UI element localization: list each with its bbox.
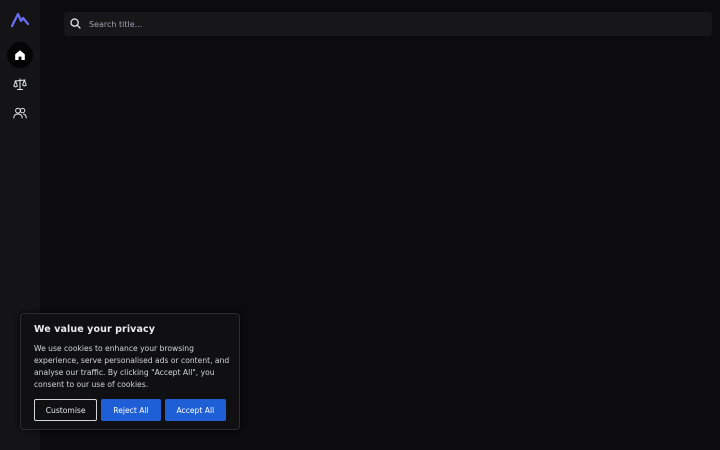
search-icon [70, 18, 82, 30]
brand-logo-icon[interactable] [10, 10, 30, 30]
cookie-banner-actions: Customise Reject All Accept All [34, 399, 226, 421]
accept-all-button[interactable]: Accept All [164, 399, 226, 421]
sidebar-item-compare[interactable] [7, 71, 33, 97]
search-bar[interactable] [64, 12, 712, 36]
sidebar-item-community[interactable] [7, 100, 33, 126]
sidebar-item-home[interactable] [7, 42, 33, 68]
cookie-banner-text: We use cookies to enhance your browsing … [34, 344, 230, 389]
scale-icon [13, 78, 27, 91]
search-input[interactable] [89, 19, 712, 29]
sidebar-nav [7, 42, 33, 126]
home-icon [14, 49, 26, 61]
reject-all-button[interactable]: Reject All [101, 399, 161, 421]
cookie-banner-title: We value your privacy [34, 324, 156, 335]
customise-button[interactable]: Customise [34, 399, 98, 421]
app-root: We value your privacy We use cookies to … [0, 0, 720, 450]
cookie-consent-banner: We value your privacy We use cookies to … [20, 313, 240, 430]
users-icon [13, 107, 27, 119]
